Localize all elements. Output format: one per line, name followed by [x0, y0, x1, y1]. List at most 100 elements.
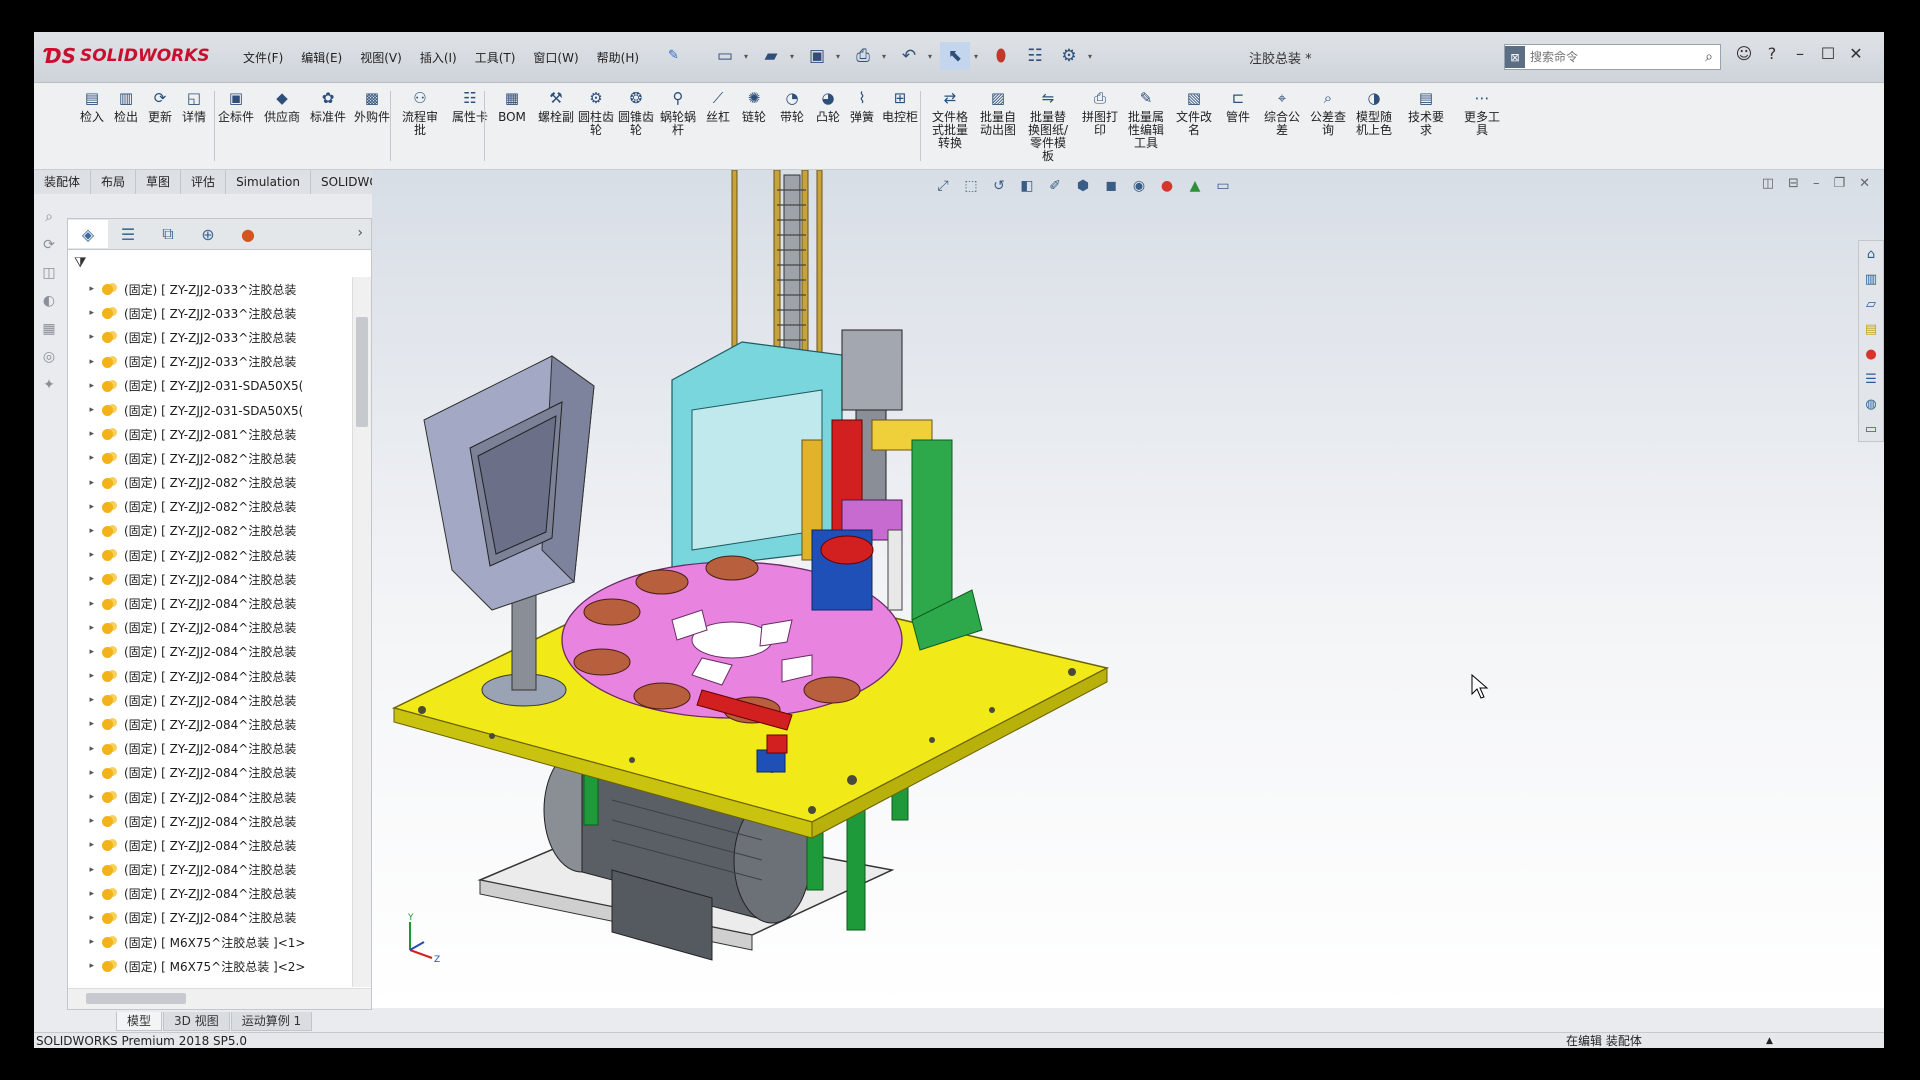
ribbon-button-bevel-gear[interactable]: ❂ 圆锥齿轮	[614, 87, 658, 137]
rotate-icon[interactable]: ⟳	[38, 234, 60, 256]
graphics-area[interactable]: ⤢ ⬚ ↺ ◧ ✐ ⬢ ◼ ◉ ● ▲ ▭ ◫ ⊟ – ❐ ✕ Y Z ⌂ ▥ …	[372, 170, 1884, 1008]
tree-item[interactable]: ▸ (固定) [ ZY-ZJJ2-084^注胶总装	[68, 785, 351, 809]
expand-arrow-icon[interactable]: ▸	[68, 744, 100, 754]
tree-item[interactable]: ▸ (固定) [ ZY-ZJJ2-031-SDA50X5(	[68, 374, 351, 398]
maximize-icon[interactable]: ☐	[1818, 44, 1838, 63]
tree-item[interactable]: ▸ (固定) [ ZY-ZJJ2-082^注胶总装	[68, 446, 351, 470]
ribbon-button-tech-requirement[interactable]: ▤ 技术要求	[1404, 87, 1448, 137]
tree-item[interactable]: ▸ (固定) [ ZY-ZJJ2-084^注胶总装	[68, 858, 351, 882]
ribbon-button-purchased-part[interactable]: ▩ 外购件	[350, 87, 394, 124]
menu-insert[interactable]: 插入(I)	[411, 47, 466, 68]
expand-arrow-icon[interactable]: ▸	[68, 695, 100, 705]
tree-item[interactable]: ▸ (固定) [ M6X75^注胶总装 ]<1>	[68, 930, 351, 954]
tree-item[interactable]: ▸ (固定) [ M6X75^注胶总装 ]<2>	[68, 954, 351, 978]
appearances-icon[interactable]: ●	[1862, 346, 1880, 364]
tree-item[interactable]: ▸ (固定) [ ZY-ZJJ2-084^注胶总装	[68, 809, 351, 833]
tree-item[interactable]: ▸ (固定) [ ZY-ZJJ2-082^注胶总装	[68, 543, 351, 567]
expand-arrow-icon[interactable]: ▸	[68, 913, 100, 923]
file-explorer-icon[interactable]: ▱	[1862, 296, 1880, 314]
ribbon-button-auto-drawing[interactable]: ▨ 批量自动出图	[976, 87, 1020, 137]
ribbon-button-random-color[interactable]: ◑ 模型随机上色	[1352, 87, 1396, 137]
search-icon[interactable]: ⌕	[1698, 49, 1720, 65]
expand-arrow-icon[interactable]: ▸	[68, 381, 100, 391]
feature-tree-tab-icon[interactable]: ◈	[68, 220, 108, 248]
bottom-tab-2[interactable]: 运动算例 1	[230, 1012, 313, 1031]
expand-arrow-icon[interactable]: ▸	[68, 453, 100, 463]
menu-tools[interactable]: 工具(T)	[466, 47, 525, 68]
tree-item[interactable]: ▸ (固定) [ ZY-ZJJ2-084^注胶总装	[68, 906, 351, 930]
chat-icon[interactable]: ▭	[1862, 421, 1880, 439]
expand-arrow-icon[interactable]: ▸	[68, 816, 100, 826]
ribbon-button-spur-gear[interactable]: ⚙ 圆柱齿轮	[574, 87, 618, 137]
open-dropdown-icon[interactable]: ▾	[790, 52, 798, 61]
menu-help[interactable]: 帮助(H)	[588, 47, 648, 68]
view-palette-icon[interactable]: ▤	[1862, 321, 1880, 339]
expand-arrow-icon[interactable]: ▸	[68, 623, 100, 633]
solidworks-logo[interactable]: ƊS SOLIDWORKS	[44, 40, 210, 72]
tree-item[interactable]: ▸ (固定) [ ZY-ZJJ2-084^注胶总装	[68, 737, 351, 761]
menu-file[interactable]: 文件(F)	[234, 47, 292, 68]
tab-0[interactable]: 装配体	[34, 170, 92, 194]
solidworks-forum-icon[interactable]: ◍	[1862, 396, 1880, 414]
tab-1[interactable]: 布局	[91, 170, 137, 194]
filter-icon[interactable]: ⧩	[74, 255, 87, 271]
expand-arrow-icon[interactable]: ▸	[68, 357, 100, 367]
tab-4[interactable]: Simulation	[226, 170, 311, 194]
tree-item[interactable]: ▸ (固定) [ ZY-ZJJ2-084^注胶总装	[68, 567, 351, 591]
help-icon[interactable]: ?	[1762, 44, 1782, 63]
ribbon-button-bolt[interactable]: ⚒ 螺栓副	[534, 87, 578, 124]
expand-arrow-icon[interactable]: ▸	[68, 719, 100, 729]
menu-view[interactable]: 视图(V)	[351, 47, 411, 68]
expand-arrow-icon[interactable]: ▸	[68, 937, 100, 947]
tree-item[interactable]: ▸ (固定) [ ZY-ZJJ2-033^注胶总装	[68, 301, 351, 325]
expand-arrow-icon[interactable]: ▸	[68, 840, 100, 850]
expand-arrow-icon[interactable]: ▸	[68, 526, 100, 536]
tree-item[interactable]: ▸ (固定) [ ZY-ZJJ2-084^注胶总装	[68, 882, 351, 906]
expand-arrow-icon[interactable]: ▸	[68, 429, 100, 439]
tree-item[interactable]: ▸ (固定) [ ZY-ZJJ2-084^注胶总装	[68, 833, 351, 857]
tree-item[interactable]: ▸ (固定) [ ZY-ZJJ2-084^注胶总装	[68, 664, 351, 688]
ribbon-button-details[interactable]: ◱ 详情	[172, 87, 216, 124]
tree-item[interactable]: ▸ (固定) [ ZY-ZJJ2-033^注胶总装	[68, 350, 351, 374]
expand-arrow-icon[interactable]: ▸	[68, 332, 100, 342]
menu-edit[interactable]: 编辑(E)	[292, 47, 351, 68]
design-library-icon[interactable]: ▥	[1862, 271, 1880, 289]
expand-arrow-icon[interactable]: ▸	[68, 550, 100, 560]
expand-arrow-icon[interactable]: ▸	[68, 284, 100, 294]
ribbon-button-pipe[interactable]: ⊏ 管件	[1216, 87, 1260, 124]
chevron-right-icon[interactable]: ›	[357, 225, 363, 241]
pin-menu-icon[interactable]: ✎	[668, 48, 679, 63]
expand-arrow-icon[interactable]: ▸	[68, 599, 100, 609]
expand-arrow-icon[interactable]: ▸	[68, 865, 100, 875]
undo-dropdown-icon[interactable]: ▾	[928, 52, 936, 61]
tree-item[interactable]: ▸ (固定) [ ZY-ZJJ2-082^注胶总装	[68, 519, 351, 543]
expand-arrow-icon[interactable]: ▸	[68, 961, 100, 971]
tree-item[interactable]: ▸ (固定) [ ZY-ZJJ2-081^注胶总装	[68, 422, 351, 446]
file-properties-icon[interactable]: ☷	[1020, 42, 1050, 70]
property-manager-tab-icon[interactable]: ☰	[108, 220, 148, 248]
assembly-model[interactable]: Y Z	[372, 170, 1884, 1008]
ribbon-button-print[interactable]: ⎙ 拼图打印	[1078, 87, 1122, 137]
options-dropdown-icon[interactable]: ▾	[1088, 52, 1096, 61]
bottom-tab-0[interactable]: 模型	[116, 1012, 163, 1031]
expand-arrow-icon[interactable]: ▸	[68, 889, 100, 899]
ribbon-button-standard-part[interactable]: ✿ 标准件	[306, 87, 350, 124]
select-arrow-icon[interactable]: ⬉	[940, 42, 970, 70]
status-chevron-up-icon[interactable]: ▲	[1766, 1033, 1773, 1048]
tree-item[interactable]: ▸ (固定) [ ZY-ZJJ2-082^注胶总装	[68, 471, 351, 495]
options-gear-icon[interactable]: ⚙	[1054, 42, 1084, 70]
new-dropdown-icon[interactable]: ▾	[744, 52, 752, 61]
traffic-light-icon[interactable]: ⬮	[986, 42, 1016, 70]
ribbon-button-replace-template[interactable]: ⇋ 批量替换图纸/零件模板	[1026, 87, 1070, 163]
ribbon-button-property-edit[interactable]: ✎ 批量属性编辑工具	[1124, 87, 1168, 150]
ribbon-button-workflow[interactable]: ⚇ 流程审批	[398, 87, 442, 137]
save-dropdown-icon[interactable]: ▾	[836, 52, 844, 61]
appearance-icon[interactable]: ◐	[38, 290, 60, 312]
expand-arrow-icon[interactable]: ▸	[68, 647, 100, 657]
select-dropdown-icon[interactable]: ▾	[974, 52, 982, 61]
ribbon-button-tolerance[interactable]: ⌖ 综合公差	[1260, 87, 1304, 137]
display-icon[interactable]: ▦	[38, 318, 60, 340]
tab-2[interactable]: 草图	[136, 170, 182, 194]
ribbon-button-enterprise-part[interactable]: ▣ 企标件	[214, 87, 258, 124]
user-icon[interactable]: ☺	[1734, 44, 1754, 63]
